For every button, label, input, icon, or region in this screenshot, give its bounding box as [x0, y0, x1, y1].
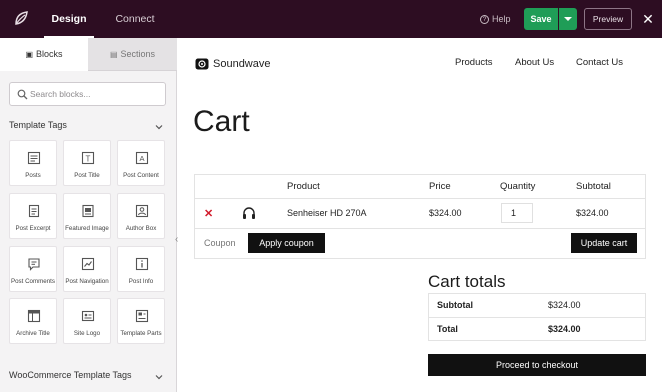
- update-cart-button[interactable]: Update cart: [571, 233, 637, 253]
- block-site-logo[interactable]: Site Logo: [63, 298, 111, 344]
- tab-blocks-label: Blocks: [36, 49, 63, 59]
- preview-button[interactable]: Preview: [584, 8, 632, 30]
- svg-text:A: A: [139, 154, 144, 163]
- post-comments-icon: [28, 258, 40, 271]
- featured-image-icon: [82, 204, 94, 218]
- divider: [195, 198, 645, 199]
- post-excerpt-icon: [28, 204, 40, 218]
- block-label: Archive Title: [16, 330, 50, 337]
- post-title-icon: T: [81, 151, 95, 165]
- save-button[interactable]: Save: [524, 8, 558, 30]
- cart-table: Product Price Quantity Subtotal ✕ Senhei…: [194, 174, 646, 259]
- seedprod-logo-icon[interactable]: [10, 8, 32, 30]
- post-info-icon: [135, 257, 149, 271]
- tab-blocks[interactable]: ▣ Blocks: [0, 38, 88, 71]
- block-label: Post Excerpt: [15, 225, 51, 232]
- tab-sections-label: Sections: [120, 49, 156, 59]
- header-product: Product: [287, 181, 320, 192]
- save-options-dropdown[interactable]: [559, 8, 577, 30]
- total-value: $324.00: [548, 324, 581, 334]
- caret-down-icon: [564, 17, 572, 21]
- product-name[interactable]: Senheiser HD 270A: [287, 208, 367, 218]
- divider: [429, 317, 645, 318]
- total-label: Total: [437, 324, 458, 334]
- template-tags-header[interactable]: Template Tags: [9, 120, 166, 134]
- block-label: Featured Image: [65, 225, 109, 232]
- proceed-to-checkout-button[interactable]: Proceed to checkout: [428, 354, 646, 376]
- tab-design[interactable]: Design: [44, 0, 94, 38]
- block-label: Post Content: [123, 172, 159, 179]
- nav-products[interactable]: Products: [455, 57, 493, 68]
- chevron-down-icon: [155, 375, 163, 380]
- cart-totals-table: Subtotal $324.00 Total $324.00: [428, 293, 646, 341]
- header-price: Price: [429, 181, 451, 192]
- soundwave-logo-icon: [195, 58, 209, 70]
- apply-coupon-button[interactable]: Apply coupon: [248, 233, 325, 253]
- block-post-content[interactable]: A Post Content: [117, 140, 165, 186]
- post-content-icon: A: [135, 151, 149, 165]
- block-label: Post Comments: [10, 278, 55, 285]
- block-post-navigation[interactable]: Post Navigation: [63, 246, 111, 292]
- subtotal-label: Subtotal: [437, 300, 473, 310]
- product-price: $324.00: [429, 208, 462, 218]
- template-tags-title: Template Tags: [9, 120, 67, 130]
- product-subtotal: $324.00: [576, 208, 609, 218]
- svg-text:T: T: [86, 155, 91, 164]
- block-template-parts[interactable]: Template Parts: [117, 298, 165, 344]
- block-post-title[interactable]: T Post Title: [63, 140, 111, 186]
- page-title: Cart: [193, 105, 250, 138]
- post-navigation-icon: [81, 257, 95, 271]
- block-featured-image[interactable]: Featured Image: [63, 193, 111, 239]
- block-archive-title[interactable]: Archive Title: [9, 298, 57, 344]
- nav-contact-us[interactable]: Contact Us: [576, 57, 623, 68]
- block-label: Post Info: [128, 278, 154, 285]
- help-link[interactable]: ? Help: [480, 12, 511, 26]
- site-logo-icon: [81, 310, 95, 322]
- block-label: Template Parts: [120, 330, 162, 337]
- tab-sections[interactable]: ▤ Sections: [88, 38, 177, 71]
- header-quantity: Quantity: [500, 181, 536, 192]
- block-post-info[interactable]: Post Info: [117, 246, 165, 292]
- help-label: Help: [492, 14, 511, 24]
- sections-icon: ▤: [109, 50, 118, 59]
- block-label: Author Box: [125, 225, 157, 232]
- headphones-icon: [243, 207, 255, 219]
- search-icon: [17, 89, 28, 100]
- top-bar: Design Connect ? Help Save Preview ✕: [0, 0, 662, 38]
- quantity-input[interactable]: 1: [501, 203, 533, 223]
- close-icon[interactable]: ✕: [640, 11, 656, 27]
- header-subtotal: Subtotal: [576, 181, 611, 192]
- sidebar: ▣Blocks ▤Sections Template Tags Posts T …: [0, 38, 177, 392]
- block-post-excerpt[interactable]: Post Excerpt: [9, 193, 57, 239]
- author-box-icon: [135, 204, 149, 218]
- block-label: Post Title: [74, 172, 100, 179]
- posts-icon: [27, 151, 41, 165]
- coupon-input[interactable]: [200, 233, 250, 253]
- collapse-sidebar-icon[interactable]: ‹: [175, 235, 183, 245]
- search-box: [9, 82, 166, 106]
- block-label: Post Navigation: [65, 278, 109, 285]
- archive-title-icon: [27, 309, 41, 323]
- help-icon: ?: [480, 14, 489, 24]
- nav-about-us[interactable]: About Us: [515, 57, 554, 68]
- brand-name: Soundwave: [213, 58, 271, 70]
- block-label: Site Logo: [73, 330, 101, 337]
- cart-totals-title: Cart totals: [428, 272, 506, 291]
- subtotal-value: $324.00: [548, 300, 581, 310]
- divider: [195, 228, 645, 229]
- block-author-box[interactable]: Author Box: [117, 193, 165, 239]
- block-label: Posts: [25, 172, 41, 179]
- remove-item-icon[interactable]: ✕: [204, 207, 213, 220]
- block-posts[interactable]: Posts: [9, 140, 57, 186]
- tab-connect[interactable]: Connect: [108, 0, 162, 38]
- woocommerce-tags-header[interactable]: WooCommerce Template Tags: [9, 370, 166, 384]
- chevron-down-icon: [155, 125, 163, 130]
- search-input[interactable]: [30, 86, 160, 102]
- woocommerce-tags-title: WooCommerce Template Tags: [9, 370, 132, 380]
- block-post-comments[interactable]: Post Comments: [9, 246, 57, 292]
- template-parts-icon: [135, 309, 149, 323]
- blocks-icon: ▣: [25, 50, 34, 59]
- site-brand[interactable]: Soundwave: [195, 57, 271, 71]
